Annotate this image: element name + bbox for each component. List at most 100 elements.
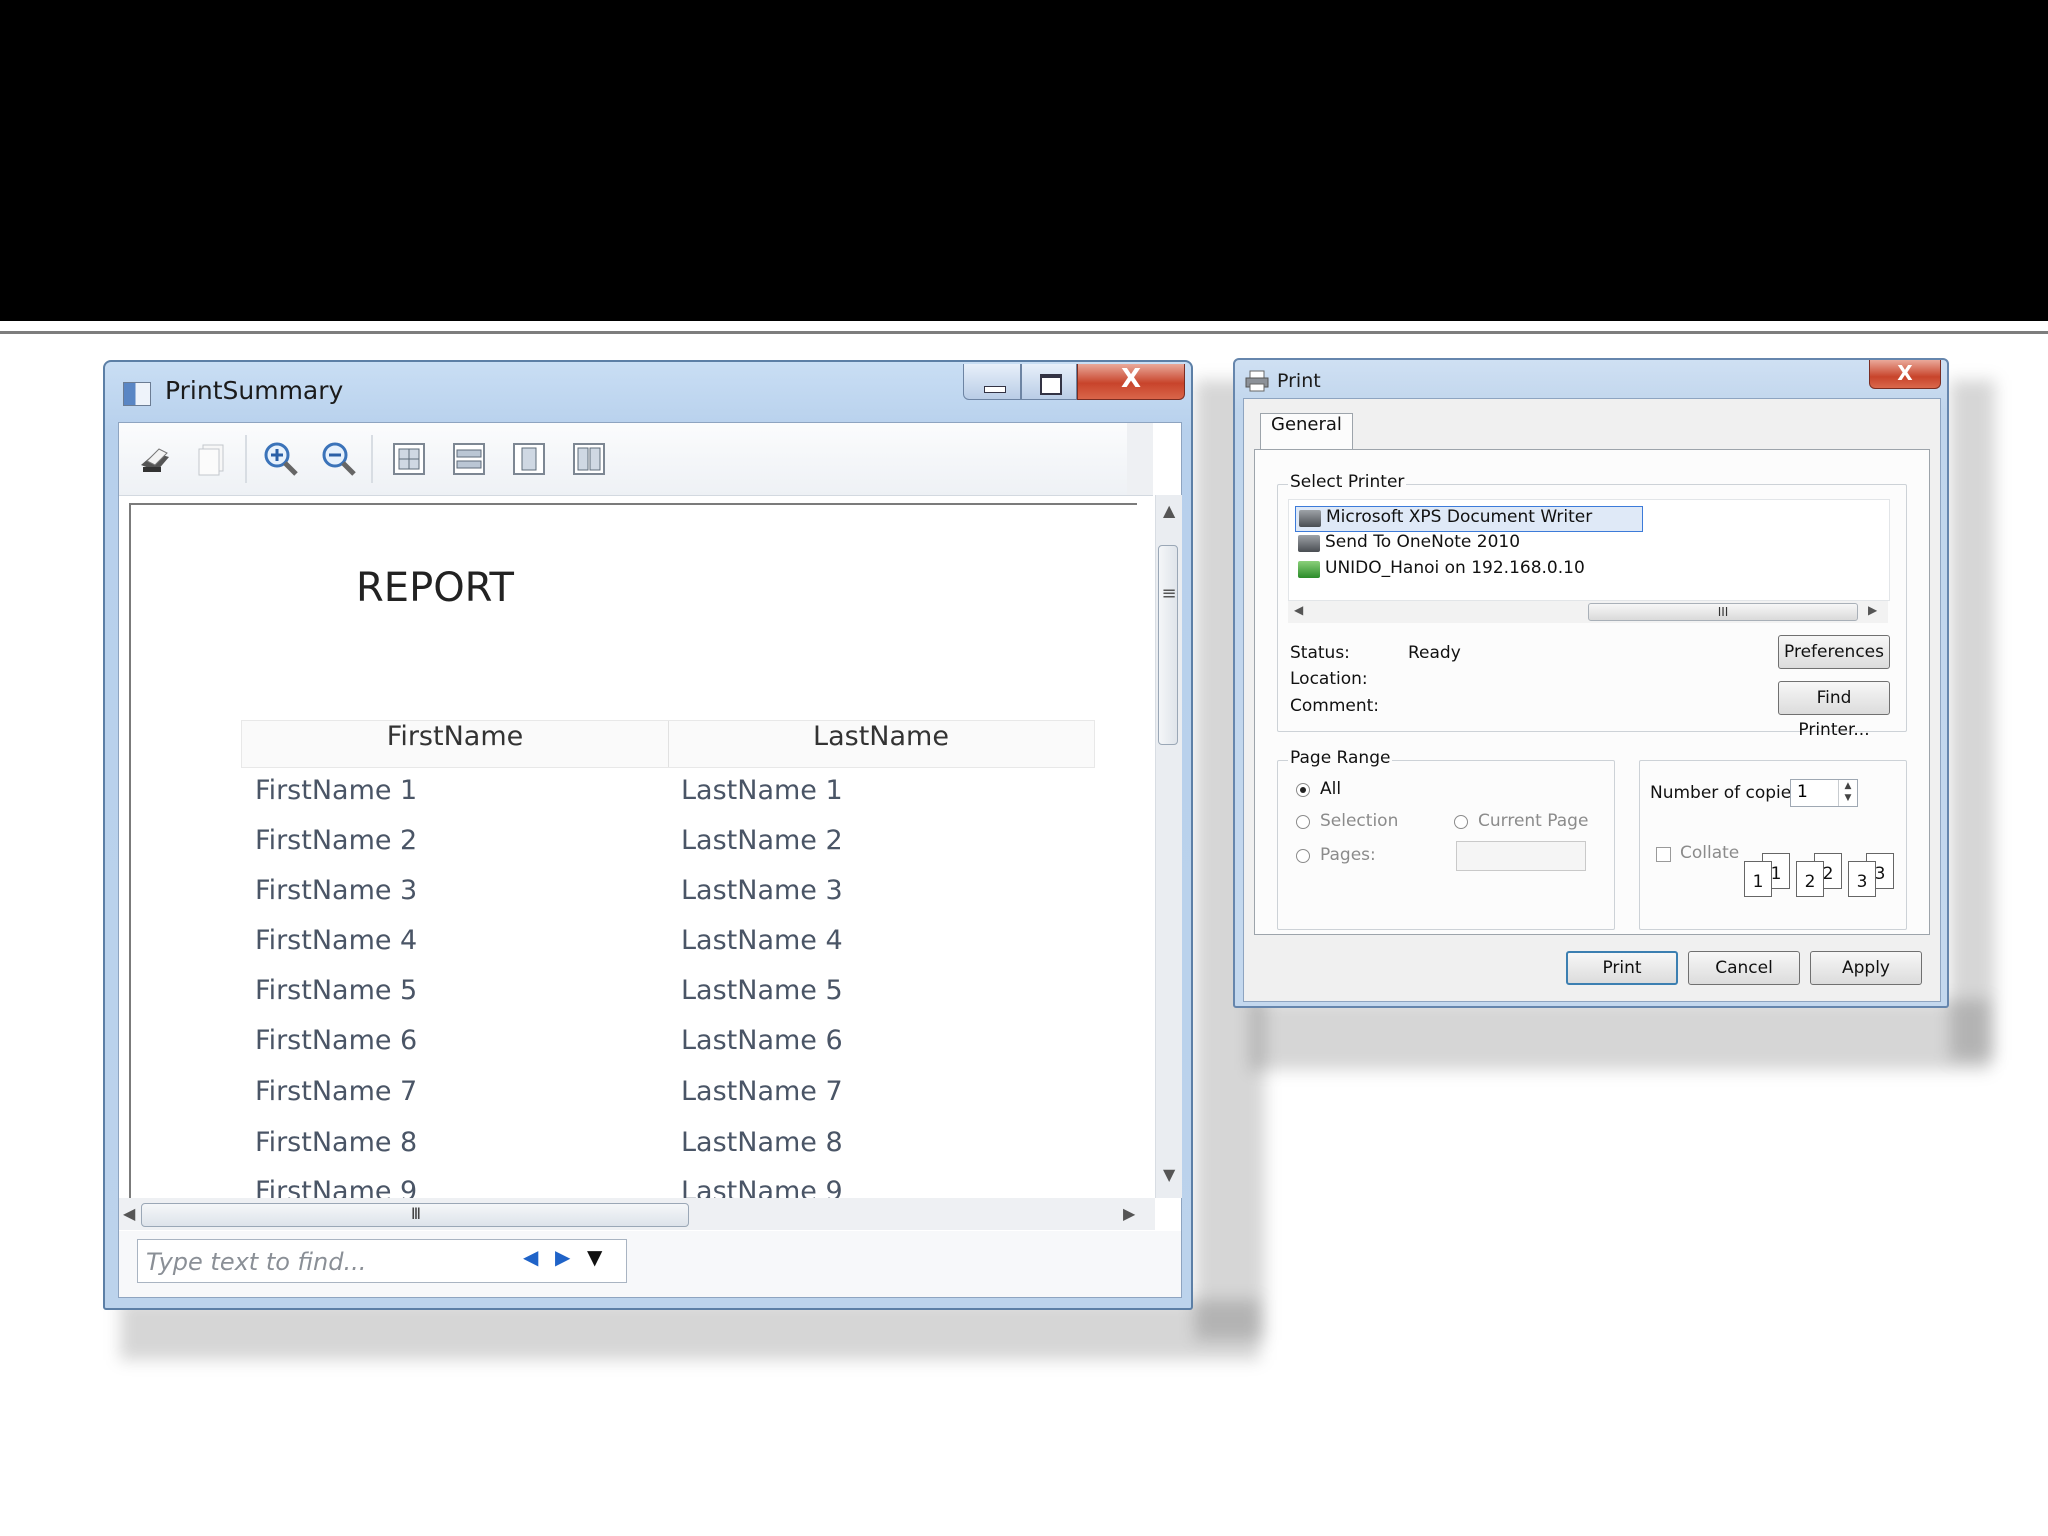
cell-lastname: LastName 5: [681, 975, 843, 1006]
range-selection-radio[interactable]: [1296, 815, 1310, 829]
cell-firstname: FirstName 6: [255, 1025, 418, 1056]
preferences-button[interactable]: Preferences: [1778, 635, 1890, 669]
header-divider: [0, 331, 2048, 334]
printer-item[interactable]: Send To OneNote 2010: [1295, 532, 1526, 556]
cell-firstname: FirstName 5: [255, 975, 418, 1006]
scroll-grip: III: [410, 1204, 421, 1223]
collate-sheet: 2: [1796, 861, 1824, 897]
cell-firstname: FirstName 2: [255, 825, 418, 856]
scroll-grip: III: [1717, 605, 1729, 619]
close-icon: X: [1897, 361, 1913, 385]
minimize-button[interactable]: [963, 364, 1021, 400]
table-row: FirstName 5 LastName 5: [255, 975, 1095, 1025]
print-summary-window: PrintSummary X REPORT FirstName LastName…: [103, 360, 1193, 1310]
printer-list-scroll-thumb[interactable]: III: [1588, 603, 1858, 621]
table-row: FirstName 6 LastName 6: [255, 1025, 1095, 1075]
copy-button[interactable]: [189, 435, 237, 483]
location-label: Location:: [1290, 669, 1368, 689]
viewer-toolbar: [119, 423, 1153, 496]
vertical-scroll-thumb[interactable]: [1158, 545, 1178, 745]
range-all-label: All: [1320, 779, 1342, 799]
collate-sheet: 1: [1744, 861, 1772, 897]
table-row: FirstName 4 LastName 4: [255, 925, 1095, 975]
range-pages-radio[interactable]: [1296, 849, 1310, 863]
window-shadow: [1250, 1000, 1990, 1070]
range-current-page-radio[interactable]: [1454, 815, 1468, 829]
cell-lastname: LastName 6: [681, 1025, 843, 1056]
cell-firstname: FirstName 3: [255, 875, 418, 906]
two-pages-button[interactable]: [565, 435, 613, 483]
copies-spinner-icon[interactable]: ▲ ▼: [1838, 780, 1857, 806]
printer-item[interactable]: Microsoft XPS Document Writer: [1295, 506, 1643, 532]
table-row: FirstName 1 LastName 1: [255, 775, 1095, 825]
find-printer-button[interactable]: Find Printer...: [1778, 681, 1890, 740]
actual-size-icon: [393, 443, 425, 475]
scroll-left-icon[interactable]: ◀: [1294, 603, 1303, 617]
page-width-icon: [453, 443, 485, 475]
zoom-in-button[interactable]: [257, 435, 305, 483]
collate-checkbox[interactable]: [1656, 847, 1671, 862]
cancel-button[interactable]: Cancel: [1688, 951, 1800, 985]
collate-page-icon: 3 3: [1848, 853, 1894, 897]
apply-button[interactable]: Apply: [1810, 951, 1922, 985]
tab-general[interactable]: General: [1260, 413, 1353, 450]
report-page: REPORT FirstName LastName FirstName 1 La…: [129, 503, 1137, 1202]
print-button[interactable]: Print: [1566, 951, 1678, 985]
cell-firstname: FirstName 4: [255, 925, 418, 956]
scroll-up-icon[interactable]: ▲: [1163, 501, 1175, 520]
dialog-close-button[interactable]: X: [1869, 360, 1941, 389]
printer-item[interactable]: UNIDO_Hanoi on 192.168.0.10: [1295, 558, 1591, 582]
copy-icon: [198, 444, 224, 476]
column-header-firstname[interactable]: FirstName: [242, 721, 669, 767]
printer-name: UNIDO_Hanoi on 192.168.0.10: [1325, 558, 1585, 578]
window-shadow: [1950, 380, 1995, 1060]
printer-icon: [1298, 535, 1320, 552]
cell-lastname: LastName 7: [681, 1076, 843, 1107]
scroll-right-icon[interactable]: ▶: [1868, 603, 1877, 617]
whole-page-button[interactable]: [505, 435, 553, 483]
status-label: Status:: [1290, 643, 1350, 663]
table-row: FirstName 3 LastName 3: [255, 875, 1095, 925]
print-button[interactable]: [131, 435, 179, 483]
range-all-radio[interactable]: [1296, 783, 1310, 797]
black-header-band: [0, 0, 2048, 321]
find-toolbar: Type text to find... ◀ ▶ ▼: [119, 1231, 1181, 1297]
cell-firstname: FirstName 1: [255, 775, 418, 806]
scroll-down-icon[interactable]: ▼: [1163, 1165, 1175, 1184]
horizontal-scroll-thumb[interactable]: III: [141, 1203, 689, 1227]
vertical-scrollbar[interactable]: ▲ ≡ ▼: [1155, 495, 1182, 1198]
maximize-button[interactable]: [1021, 364, 1077, 400]
document-viewer: REPORT FirstName LastName FirstName 1 La…: [118, 422, 1182, 1298]
zoom-out-icon: [322, 442, 356, 476]
general-tab-panel: Select Printer Microsoft XPS Document Wr…: [1254, 449, 1930, 935]
minimize-icon: [984, 386, 1006, 393]
table-row: FirstName 2 LastName 2: [255, 825, 1095, 875]
printer-icon: [1245, 370, 1269, 392]
page-range-label: Page Range: [1288, 748, 1393, 768]
close-button[interactable]: X: [1077, 364, 1185, 400]
cell-firstname: FirstName 8: [255, 1127, 418, 1158]
zoom-out-button[interactable]: [315, 435, 363, 483]
print-icon: [141, 448, 169, 472]
range-selection-label: Selection: [1320, 811, 1399, 831]
scroll-left-icon[interactable]: ◀: [123, 1204, 135, 1223]
printer-icon: [1299, 510, 1321, 527]
window-title: PrintSummary: [165, 376, 344, 405]
find-next-icon[interactable]: ▶: [555, 1245, 570, 1269]
page-width-button[interactable]: [445, 435, 493, 483]
toolbar-separator: [371, 435, 373, 483]
table-row: FirstName 8 LastName 8: [255, 1127, 1095, 1177]
scroll-right-icon[interactable]: ▶: [1123, 1204, 1135, 1223]
find-previous-icon[interactable]: ◀: [523, 1245, 538, 1269]
pages-input[interactable]: [1456, 841, 1586, 871]
toolbar-separator: [245, 435, 247, 483]
cell-lastname: LastName 3: [681, 875, 843, 906]
find-options-chevron-down-icon[interactable]: ▼: [587, 1245, 602, 1269]
find-text-input[interactable]: Type text to find...: [137, 1239, 627, 1283]
printer-list[interactable]: Microsoft XPS Document Writer Send To On…: [1288, 499, 1890, 601]
network-printer-icon: [1298, 561, 1320, 578]
printer-list-hscrollbar[interactable]: ◀ III ▶: [1288, 601, 1888, 623]
actual-size-button[interactable]: [385, 435, 433, 483]
horizontal-scrollbar[interactable]: ◀ III ▶: [119, 1198, 1155, 1230]
column-header-lastname[interactable]: LastName: [669, 721, 1093, 767]
